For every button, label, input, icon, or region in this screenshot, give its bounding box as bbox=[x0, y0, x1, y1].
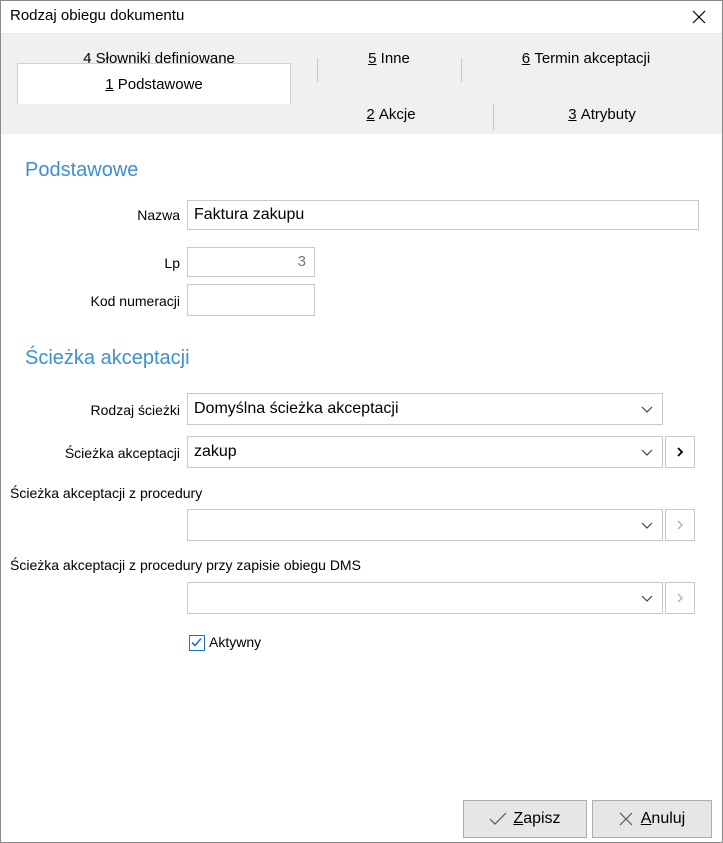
tab-accelerator: 3 bbox=[568, 105, 577, 123]
path-type-value: Domyślna ścieżka akceptacji bbox=[194, 400, 399, 417]
chevron-down-icon bbox=[641, 449, 653, 456]
tab-content-panel: Podstawowe Nazwa Faktura zakupu Lp 3 Kod… bbox=[10, 135, 712, 842]
numbering-code-input[interactable] bbox=[187, 284, 315, 316]
procedure-path-open-button[interactable] bbox=[665, 509, 695, 541]
procedure-path-select[interactable] bbox=[187, 509, 663, 541]
tab-label: Inne bbox=[380, 49, 410, 67]
path-type-select[interactable]: Domyślna ścieżka akceptacji bbox=[187, 393, 663, 425]
cancel-label: Anuluj bbox=[640, 810, 686, 827]
chevron-right-icon bbox=[677, 520, 683, 530]
window-title: Rodzaj obiegu dokumentu bbox=[10, 7, 185, 24]
path-value: zakup bbox=[194, 443, 237, 460]
close-icon bbox=[692, 10, 706, 24]
chevron-down-icon bbox=[641, 522, 653, 529]
tab-podstawowe[interactable]: 1 Podstawowe bbox=[17, 63, 291, 104]
close-icon bbox=[619, 812, 633, 826]
lp-label: Lp bbox=[164, 255, 180, 271]
chevron-down-icon bbox=[641, 595, 653, 602]
tab-akcje[interactable]: 2 Akcje bbox=[289, 102, 493, 126]
procedure-dms-path-label: Ścieżka akceptacji z procedury przy zapi… bbox=[10, 557, 361, 573]
procedure-path-label: Ścieżka akceptacji z procedury bbox=[10, 485, 203, 501]
section-heading-podstawowe: Podstawowe bbox=[25, 159, 139, 181]
tab-atrybuty[interactable]: 3 Atrybuty bbox=[493, 102, 711, 126]
save-label: Zapisz bbox=[513, 810, 561, 827]
procedure-dms-path-select[interactable] bbox=[187, 582, 663, 614]
name-label: Nazwa bbox=[137, 207, 180, 223]
tab-accelerator: 2 bbox=[366, 105, 375, 123]
tab-label: Atrybuty bbox=[580, 105, 636, 123]
path-label: Ścieżka akceptacji bbox=[64, 445, 180, 461]
section-heading-sciezka-akceptacji: Ścieżka akceptacji bbox=[25, 347, 190, 369]
checkmark-icon bbox=[489, 812, 507, 825]
numbering-code-label: Kod numeracji bbox=[90, 293, 181, 309]
tab-accelerator: 6 bbox=[521, 49, 531, 67]
tab-label: Termin akceptacji bbox=[534, 49, 651, 67]
tab-inne[interactable]: 5 Inne bbox=[317, 46, 461, 70]
close-button[interactable] bbox=[676, 1, 722, 33]
tab-accelerator: 5 bbox=[368, 49, 377, 67]
procedure-dms-path-open-button[interactable] bbox=[665, 582, 695, 614]
active-checkbox[interactable] bbox=[189, 635, 205, 651]
chevron-right-icon bbox=[677, 447, 684, 457]
tab-label: Akcje bbox=[378, 105, 416, 123]
chevron-right-icon bbox=[677, 593, 683, 603]
tab-termin-akceptacji[interactable]: 6 Termin akceptacji bbox=[461, 46, 711, 70]
tab-label: Podstawowe bbox=[117, 75, 203, 93]
dialog-window: Rodzaj obiegu dokumentu 4 Słowniki defin… bbox=[0, 0, 723, 843]
name-input[interactable]: Faktura zakupu bbox=[187, 200, 699, 230]
path-open-button[interactable] bbox=[665, 436, 695, 468]
active-label: Aktywny bbox=[209, 634, 262, 650]
checkmark-icon bbox=[191, 637, 202, 647]
tab-accelerator: 1 bbox=[105, 75, 114, 93]
cancel-button[interactable]: Anuluj bbox=[592, 800, 712, 838]
save-button[interactable]: Zapisz bbox=[463, 800, 587, 838]
path-type-label: Rodzaj ścieżki bbox=[90, 402, 180, 418]
lp-input[interactable]: 3 bbox=[187, 247, 315, 277]
title-bar: Rodzaj obiegu dokumentu bbox=[1, 1, 722, 34]
path-select[interactable]: zakup bbox=[187, 436, 663, 468]
chevron-down-icon bbox=[641, 406, 653, 413]
